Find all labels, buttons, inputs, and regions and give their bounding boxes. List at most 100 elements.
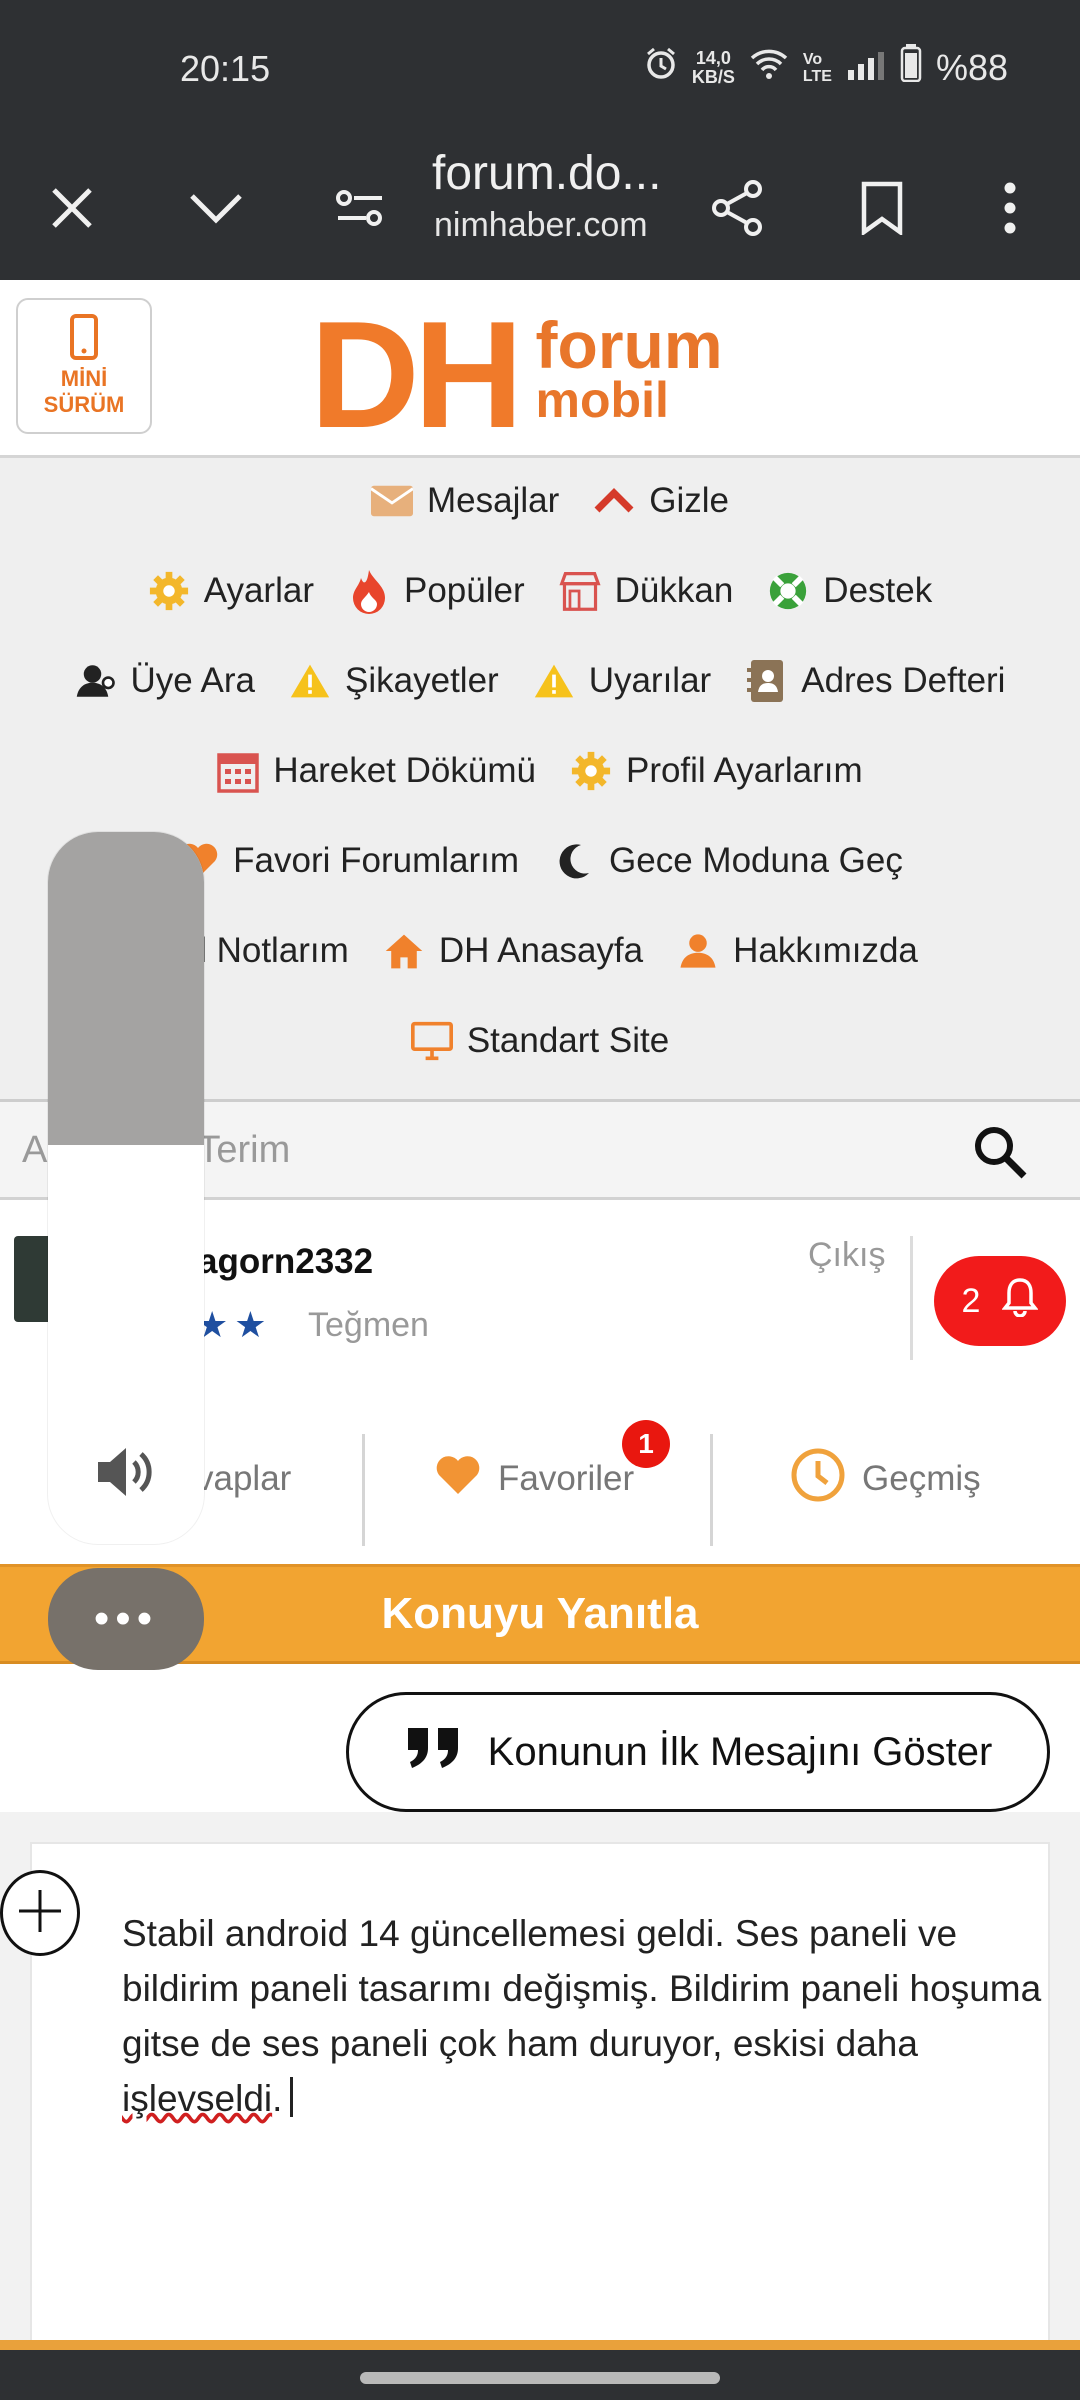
tab-history-label: Geçmiş [862,1459,981,1498]
menu-about-label: Hakkımızda [733,931,918,970]
menu-night-mode[interactable]: Gece Moduna Geç [553,840,903,882]
reply-topic-title: Konuyu Yanıtla [381,1589,699,1638]
logo-dh: DH [310,290,524,460]
divider [910,1236,913,1360]
menu-settings[interactable]: Ayarlar [148,570,314,612]
volume-level-fill [48,832,204,1145]
menu-complaints-label: Şikayetler [345,661,499,700]
notifications-button[interactable]: 2 [934,1256,1066,1346]
menu-standard-site[interactable]: Standart Site [410,1020,670,1062]
fire-icon [348,570,390,614]
bell-icon [1001,1277,1040,1326]
show-first-message-button[interactable]: Konunun İlk Mesajını Göster [346,1692,1050,1812]
logo-forum: forum [535,308,723,382]
share-button[interactable] [696,168,780,252]
menu-dh-home[interactable]: DH Anasayfa [383,930,643,972]
menu-hide-label: Gizle [649,481,729,520]
notification-count: 2 [961,1281,981,1320]
menu-complaints[interactable]: Şikayetler [289,660,499,702]
close-tab-button[interactable] [30,168,114,252]
status-icons: 14,0 KB/S Vo LTE %88 [644,44,1008,91]
editor-text: Stabil android 14 güncellemesi geldi. Se… [122,1913,1042,2064]
wifi-icon [749,46,789,89]
envelope-icon [370,480,413,522]
warning-icon [533,660,575,702]
bookmark-icon [860,181,904,240]
menu-hide[interactable]: Gizle [593,480,729,522]
net-speed-value: 14,0 [695,47,731,68]
more-vert-icon [1002,182,1018,239]
tab-history[interactable]: Geçmiş [790,1434,981,1524]
speaker-icon[interactable] [94,1444,156,1505]
menu-messages[interactable]: Mesajlar [370,480,560,522]
minimize-button[interactable] [174,168,258,252]
volume-more-button[interactable]: ••• [48,1568,204,1670]
mini-version-button[interactable]: MİNİ SÜRÜM [16,298,152,434]
clock-icon [790,1447,846,1512]
menu-support[interactable]: Destek [767,570,932,612]
reply-editor[interactable]: Stabil android 14 güncellemesi geldi. Se… [30,1842,1050,2362]
tab-replies-label: vaplar [196,1459,292,1498]
menu-popular[interactable]: Popüler [348,570,525,614]
menu-store[interactable]: Dükkan [559,570,733,612]
page-domain: nimhaber.com [434,206,648,244]
misspelled-word: işlevseldi [122,2078,273,2119]
menu-favorite-forums-label: Favori Forumlarım [233,841,520,880]
logout-link[interactable]: Çıkış [808,1236,885,1275]
more-options-button[interactable] [968,168,1052,252]
site-header: MİNİ SÜRÜM DH forum mobil [0,280,1080,458]
menu-member-search[interactable]: Üye Ara [75,660,256,702]
editor-area: Stabil android 14 güncellemesi geldi. Se… [0,1812,1080,2362]
menu-about[interactable]: Hakkımızda [677,930,918,972]
volume-slider[interactable] [48,832,204,1544]
menu-settings-label: Ayarlar [203,571,314,610]
editor-content[interactable]: Stabil android 14 güncellemesi geldi. Se… [122,1906,1042,2126]
menu-messages-label: Mesajlar [426,481,560,520]
menu-warnings[interactable]: Uyarılar [533,660,712,702]
editor-text-end: . [272,2078,283,2119]
tab-replies[interactable]: vaplar [196,1434,291,1524]
add-button[interactable] [0,1870,80,1956]
volte-indicator: Vo LTE [803,51,832,85]
menu-member-search-label: Üye Ara [130,661,256,700]
tab-favorites[interactable]: Favoriler [434,1434,634,1524]
gear-icon [570,750,612,792]
show-first-message-label: Konunun İlk Mesajını Göster [487,1729,993,1774]
menu-popular-label: Popüler [403,571,525,610]
menu-standard-site-label: Standart Site [466,1021,670,1060]
volte-top: Vo [802,50,823,68]
page-info-button[interactable] [318,168,402,252]
net-speed: 14,0 KB/S [692,47,735,87]
menu-night-mode-label: Gece Moduna Geç [609,841,903,880]
dh-forum-logo[interactable]: DH forum mobil [310,290,723,460]
gesture-handle[interactable] [360,2372,720,2384]
rank-stars: ★★ [196,1304,273,1345]
menu-activity-log[interactable]: Hareket Dökümü [217,750,536,793]
heart-icon [434,1454,482,1505]
search-placeholder-start: A [22,1128,48,1171]
menu-address-book-label: Adres Defteri [801,661,1006,700]
battery-percent: %88 [935,46,1008,88]
menu-address-book[interactable]: Adres Defteri [745,660,1005,702]
menu-favorite-forums[interactable]: Favori Forumlarım [177,840,519,882]
moon-icon [553,840,595,882]
search-icon[interactable] [972,1124,1028,1180]
chevron-down-icon [188,190,244,231]
bookmark-button[interactable] [840,168,924,252]
signal-icon [846,47,886,89]
volte-bottom: LTE [802,67,832,85]
editor-bottom-border [0,2340,1080,2350]
username[interactable]: agorn2332 [198,1242,373,1282]
menu-dh-home-label: DH Anasayfa [438,931,644,970]
menu-warnings-label: Uyarılar [588,661,712,700]
phone-icon [69,314,99,365]
chevron-up-icon [593,480,635,522]
battery-icon [900,44,922,91]
address-book-icon [745,660,787,702]
system-nav-bar [0,2350,1080,2400]
menu-profile-settings[interactable]: Profil Ayarlarım [570,750,863,792]
close-icon [48,184,96,237]
quote-icon [404,1724,462,1780]
mini-label-2: SÜRÜM [43,392,125,417]
menu-profile-settings-label: Profil Ayarlarım [625,751,863,790]
